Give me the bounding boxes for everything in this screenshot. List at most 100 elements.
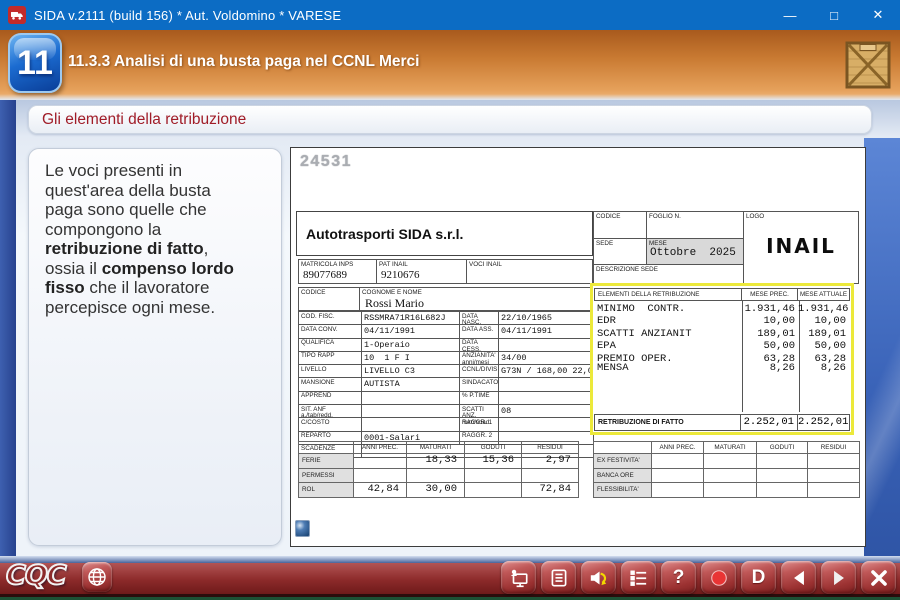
pat-inail-value: 9210676 bbox=[377, 268, 466, 281]
pat-inail-cell: PAT INAIL 9210676 bbox=[377, 260, 467, 283]
accrual-value bbox=[704, 469, 757, 483]
cqc-logo: CQC bbox=[6, 560, 66, 591]
retribuzione-total-row: RETRIBUZIONE DI FATTO 2.252,01 2.252,01 bbox=[594, 414, 850, 431]
field-value: AUTISTA bbox=[362, 378, 460, 391]
employee-name-label: COGNOME E NOME bbox=[360, 288, 592, 296]
section-subtitle: Gli elementi della retribuzione bbox=[28, 105, 872, 134]
retribuzione-header-row: ELEMENTI DELLA RETRIBUZIONE MESE PREC. M… bbox=[594, 288, 850, 301]
descrizione-sede-label: DESCRIZIONE SEDE bbox=[594, 265, 744, 283]
dictionary-button[interactable]: D bbox=[741, 561, 776, 594]
employee-name-value: Rossi Mario bbox=[360, 296, 592, 311]
notes-button[interactable] bbox=[541, 561, 576, 594]
maximize-button[interactable]: □ bbox=[812, 0, 856, 30]
previous-button[interactable] bbox=[781, 561, 816, 594]
help-button[interactable]: ? bbox=[661, 561, 696, 594]
accrual-value bbox=[652, 454, 704, 469]
accrual-value bbox=[808, 469, 860, 483]
field-value bbox=[362, 405, 460, 418]
accrual-header: ANNI PREC. bbox=[652, 442, 704, 454]
accrual-value bbox=[757, 469, 808, 483]
field-label: SCATTI ANZ. num/scad. bbox=[460, 405, 499, 418]
close-button[interactable]: ✕ bbox=[856, 0, 900, 30]
field-label: APPREND bbox=[299, 392, 362, 405]
retribuzione-row: EPA 50,00 50,00 bbox=[595, 340, 849, 352]
accrual-header: MATURATI bbox=[407, 442, 465, 454]
left-edge-decoration bbox=[0, 100, 16, 556]
field-value: LIVELLO C3 bbox=[362, 365, 460, 378]
field-label: RAGGR. 1 bbox=[460, 418, 499, 431]
payslip-header-block: CODICE FOGLIO N. LOGO INAIL SEDE MESE Ot… bbox=[593, 211, 859, 284]
field-value: 1-Operaio bbox=[362, 339, 460, 352]
accruals-table-left: ANNI PREC. MATURATI GODUTI RESIDUI FERIE… bbox=[298, 441, 579, 498]
right-edge-decoration bbox=[864, 138, 900, 556]
field-value: 34/00 bbox=[499, 352, 594, 365]
accrual-value: 2,97 bbox=[522, 454, 579, 469]
codice-label: CODICE bbox=[594, 212, 647, 239]
minimize-button[interactable]: — bbox=[768, 0, 812, 30]
employee-row: CODICE COGNOME E NOME Rossi Mario bbox=[298, 287, 593, 311]
retribuzione-row: EDR 10,00 10,00 bbox=[595, 315, 849, 327]
field-value bbox=[499, 339, 594, 352]
accrual-row-label: EX FESTIVITA' bbox=[594, 454, 652, 469]
globe-button[interactable] bbox=[82, 562, 112, 592]
field-label: DATA CONV. bbox=[299, 325, 362, 338]
exit-button[interactable] bbox=[861, 561, 896, 594]
field-label: DATA ASS. bbox=[460, 325, 499, 338]
note-seg2: retribuzione di fatto bbox=[45, 239, 204, 258]
record-button[interactable] bbox=[701, 561, 736, 594]
accrual-value bbox=[704, 454, 757, 469]
pat-inail-label: PAT INAIL bbox=[377, 260, 466, 268]
employee-name-cell: COGNOME E NOME Rossi Mario bbox=[360, 288, 592, 311]
window-controls: — □ ✕ bbox=[768, 0, 900, 30]
payslip-doc-number: 24531 bbox=[300, 153, 352, 171]
sede-label: SEDE bbox=[594, 239, 647, 265]
accrual-header: MATURATI bbox=[704, 442, 757, 454]
voci-inail-label: VOCI INAIL bbox=[467, 260, 592, 268]
accrual-value bbox=[465, 469, 522, 483]
app-truck-icon bbox=[8, 6, 26, 24]
field-label: DATA NASC. bbox=[460, 312, 499, 325]
field-label: LIVELLO bbox=[299, 365, 362, 378]
screen-share-button[interactable] bbox=[501, 561, 536, 594]
accrual-header bbox=[594, 442, 652, 454]
field-value: 04/11/1991 bbox=[499, 325, 594, 338]
retribuzione-row: MINIMO CONTR. 1.931,46 1.931,46 bbox=[595, 303, 849, 315]
accrual-value bbox=[354, 454, 407, 469]
footer-toolbar: CQC bbox=[0, 556, 900, 600]
mese-value: Ottobre 2025 bbox=[647, 247, 743, 259]
field-value bbox=[499, 418, 594, 431]
mese-cell: MESE Ottobre 2025 bbox=[647, 239, 744, 265]
retribuzione-row: PREMIO OPER. 63,28 63,28 bbox=[595, 353, 849, 362]
accrual-row-label: BANCA ORE bbox=[594, 469, 652, 483]
payslip-company-box: Autotrasporti SIDA s.r.l. bbox=[296, 211, 593, 256]
help-glyph: ? bbox=[673, 567, 685, 589]
lesson-header: 11 11.3.3 Analisi di una busta paga nel … bbox=[0, 30, 900, 100]
accrual-value bbox=[465, 483, 522, 498]
field-label: C/COSTO bbox=[299, 418, 362, 431]
field-value: G73N / 168,00 22,00 bbox=[499, 365, 594, 378]
mese-attuale-col-label: MESE ATTUALE bbox=[798, 289, 849, 300]
logo-cell: LOGO INAIL bbox=[744, 212, 858, 283]
field-label: DATA CESS. bbox=[460, 339, 499, 352]
matricola-inps-label: MATRICOLA INPS bbox=[299, 260, 376, 268]
inail-logo: INAIL bbox=[744, 234, 858, 258]
retribuzione-total-label: RETRIBUZIONE DI FATTO bbox=[595, 415, 741, 430]
retribuzione-rows: MINIMO CONTR. 1.931,46 1.931,46 EDR 10,0… bbox=[595, 303, 849, 371]
foglio-label: FOGLIO N. bbox=[647, 212, 744, 239]
logo-label: LOGO bbox=[744, 212, 858, 220]
retribuzione-row: MENSA 8,26 8,26 bbox=[595, 362, 849, 371]
field-value bbox=[362, 392, 460, 405]
next-button[interactable] bbox=[821, 561, 856, 594]
accrual-value: 42,84 bbox=[354, 483, 407, 498]
accrual-value: 15,36 bbox=[465, 454, 522, 469]
accrual-header: RESIDUI bbox=[808, 442, 860, 454]
audio-button[interactable] bbox=[581, 561, 616, 594]
field-label: ANZIANITA' anni/mesi bbox=[460, 352, 499, 365]
matricola-row: MATRICOLA INPS 89077689 PAT INAIL 921067… bbox=[298, 259, 593, 284]
note-seg1: Le voci presenti in quest'area della bus… bbox=[45, 161, 211, 239]
mese-label: MESE bbox=[647, 239, 743, 247]
accrual-value bbox=[808, 454, 860, 469]
explanation-text: Le voci presenti in quest'area della bus… bbox=[29, 149, 281, 317]
index-list-button[interactable] bbox=[621, 561, 656, 594]
field-label: MANSIONE bbox=[299, 378, 362, 391]
